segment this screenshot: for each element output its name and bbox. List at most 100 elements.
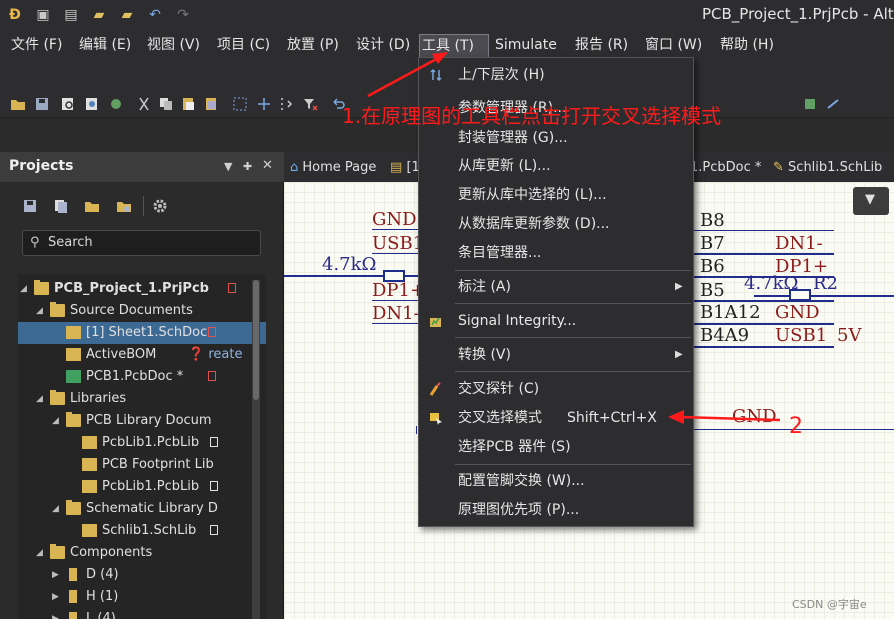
- component-icon[interactable]: [802, 96, 818, 112]
- menu-item-cross-select-mode[interactable]: 交叉选择模式 Shift+Ctrl+X: [419, 405, 693, 431]
- tree-item-label: Libraries: [70, 391, 127, 406]
- tree-item[interactable]: PCB1.PcbDoc *: [18, 366, 266, 388]
- search-icon: ⚲: [30, 235, 40, 250]
- label-underline: [372, 253, 420, 254]
- menu-item-item-manager[interactable]: 条目管理器...: [419, 240, 693, 266]
- annotation-step2: 2: [789, 414, 803, 439]
- project-folder-icon[interactable]: [84, 198, 100, 214]
- menu-file[interactable]: 文件 (F): [9, 34, 64, 58]
- panel-menu-icon[interactable]: ▼: [224, 160, 232, 173]
- select-area-icon[interactable]: [232, 96, 248, 112]
- save-icon[interactable]: ▣: [34, 6, 52, 24]
- tree-item[interactable]: ActiveBOM ❓ reate: [18, 344, 266, 366]
- save-all-icon[interactable]: ▤: [62, 6, 80, 24]
- menu-item-update-params-from-db[interactable]: 从数据库更新参数 (D)...: [419, 211, 693, 237]
- menu-window[interactable]: 窗口 (W): [643, 34, 704, 58]
- tree-item[interactable]: [1] Sheet1.SchDoc: [18, 322, 266, 344]
- project-options-icon[interactable]: [116, 198, 132, 214]
- tree-item[interactable]: ▶ H (1): [18, 586, 266, 608]
- expand-toggle-icon[interactable]: ◢: [52, 498, 64, 520]
- tree-item[interactable]: ▶ L (4): [18, 608, 266, 619]
- filter-button[interactable]: ▼: [853, 187, 889, 215]
- undo-icon[interactable]: ↶: [146, 6, 164, 24]
- tree-item[interactable]: ◢ PCB Library Docum: [18, 410, 266, 432]
- expand-toggle-icon[interactable]: ◢: [36, 300, 48, 322]
- menu-view[interactable]: 视图 (V): [145, 34, 202, 58]
- save-doc-icon[interactable]: [34, 96, 50, 112]
- menu-item-update-from-library[interactable]: 从库更新 (L)...: [419, 153, 693, 179]
- move-icon[interactable]: [278, 96, 294, 112]
- pin-b8: B8: [700, 210, 725, 231]
- tab-schlib[interactable]: ✎ Schlib1.SchLib: [773, 156, 882, 180]
- collapse-toggle-icon[interactable]: ▶: [52, 564, 64, 586]
- open-folder-icon[interactable]: [10, 96, 26, 112]
- component-icon: [69, 590, 77, 603]
- tree-item[interactable]: PcbLib1.PcbLib: [18, 476, 266, 498]
- project-docs-icon[interactable]: [53, 198, 69, 214]
- collapse-toggle-icon[interactable]: ▶: [52, 586, 64, 608]
- paste-icon[interactable]: [180, 96, 196, 112]
- collapse-toggle-icon[interactable]: ▶: [52, 608, 64, 619]
- net-label-gnd: GND: [372, 209, 417, 230]
- close-icon[interactable]: ✕: [262, 158, 273, 173]
- document-icon: [66, 326, 81, 339]
- expand-toggle-icon[interactable]: ◢: [20, 278, 32, 300]
- signal-integrity-icon: [430, 317, 441, 327]
- tree-item[interactable]: ▶ D (4): [18, 564, 266, 586]
- menu-item-update-selected-from-library[interactable]: 更新从库中选择的 (L)...: [419, 182, 693, 208]
- projects-panel-title: Projects: [9, 158, 74, 174]
- tab-pcbdoc[interactable]: 1.PcbDoc *: [690, 156, 761, 180]
- tree-item[interactable]: PCB Footprint Lib: [18, 454, 266, 476]
- pin-icon[interactable]: ✚: [243, 160, 252, 173]
- tree-item[interactable]: Schlib1.SchLib: [18, 520, 266, 542]
- menu-item-signal-integrity[interactable]: Signal Integrity...: [419, 308, 693, 334]
- save-project-icon[interactable]: [22, 198, 38, 214]
- menu-item-cross-probe[interactable]: 交叉探针 (C): [419, 376, 693, 402]
- open-project-icon[interactable]: ▰: [118, 6, 136, 24]
- menu-tools[interactable]: 工具 (T): [419, 34, 489, 58]
- open-icon[interactable]: ▰: [90, 6, 108, 24]
- wire-icon[interactable]: [826, 96, 842, 112]
- cross-icon[interactable]: [256, 96, 272, 112]
- menu-simulate[interactable]: Simulate: [493, 34, 559, 58]
- menu-item-convert[interactable]: 转换 (V) ▶: [419, 342, 693, 368]
- menu-item-schematic-preferences[interactable]: 原理图优先项 (P)...: [419, 497, 693, 523]
- tab-home-page[interactable]: ⌂ Home Page: [290, 156, 376, 180]
- tree-scrollbar[interactable]: [252, 280, 260, 619]
- menu-help[interactable]: 帮助 (H): [718, 34, 776, 58]
- tree-item[interactable]: ◢ Libraries: [18, 388, 266, 410]
- paste-special-icon[interactable]: [203, 96, 219, 112]
- tree-item[interactable]: ◢ Schematic Library D: [18, 498, 266, 520]
- redo-icon[interactable]: ↷: [174, 6, 192, 24]
- menu-place[interactable]: 放置 (P): [285, 34, 341, 58]
- browse-icon[interactable]: [108, 96, 124, 112]
- expand-toggle-icon[interactable]: ◢: [36, 542, 48, 564]
- menu-design[interactable]: 设计 (D): [354, 34, 412, 58]
- tree-scrollbar-thumb[interactable]: [253, 280, 259, 400]
- projects-panel: Projects ▼ ✚ ✕ ⚲ Search ◢ PCB_Project_1.P…: [0, 152, 284, 619]
- menu-item-annotation[interactable]: 标注 (A) ▶: [419, 274, 693, 300]
- expand-toggle-icon[interactable]: ◢: [36, 388, 48, 410]
- search-input[interactable]: ⚲ Search: [22, 230, 261, 256]
- menu-project[interactable]: 项目 (C): [215, 34, 272, 58]
- menu-item-hierarchy[interactable]: 上/下层次 (H): [419, 62, 693, 88]
- menu-item-configure-pin-swap[interactable]: 配置管脚交换 (W)...: [419, 468, 693, 494]
- tree-item[interactable]: PcbLib1.PcbLib: [18, 432, 266, 454]
- net-label-usb1: USB1: [372, 233, 425, 254]
- cut-icon[interactable]: [136, 96, 152, 112]
- clear-filter-icon[interactable]: [302, 96, 318, 112]
- gear-icon[interactable]: [152, 198, 168, 214]
- menu-edit[interactable]: 编辑 (E): [77, 34, 133, 58]
- expand-toggle-icon[interactable]: ◢: [52, 410, 64, 432]
- print-preview-icon[interactable]: [60, 96, 76, 112]
- tab-sheet1[interactable]: ▤ [1: [390, 156, 420, 180]
- copy-icon[interactable]: [158, 96, 174, 112]
- tree-item[interactable]: ◢ PCB_Project_1.PrjPcb: [18, 278, 266, 300]
- menu-reports[interactable]: 报告 (R): [573, 34, 630, 58]
- tree-item[interactable]: ◢ Components: [18, 542, 266, 564]
- project-tree: ◢ PCB_Project_1.PrjPcb ◢ Source Documents [1…: [18, 274, 266, 619]
- menu-item-select-pcb-components[interactable]: 选择PCB 器件 (S): [419, 434, 693, 460]
- resistor-value: 4.7kΩ: [322, 254, 377, 275]
- tree-item[interactable]: ◢ Source Documents: [18, 300, 266, 322]
- zoom-icon[interactable]: [84, 96, 100, 112]
